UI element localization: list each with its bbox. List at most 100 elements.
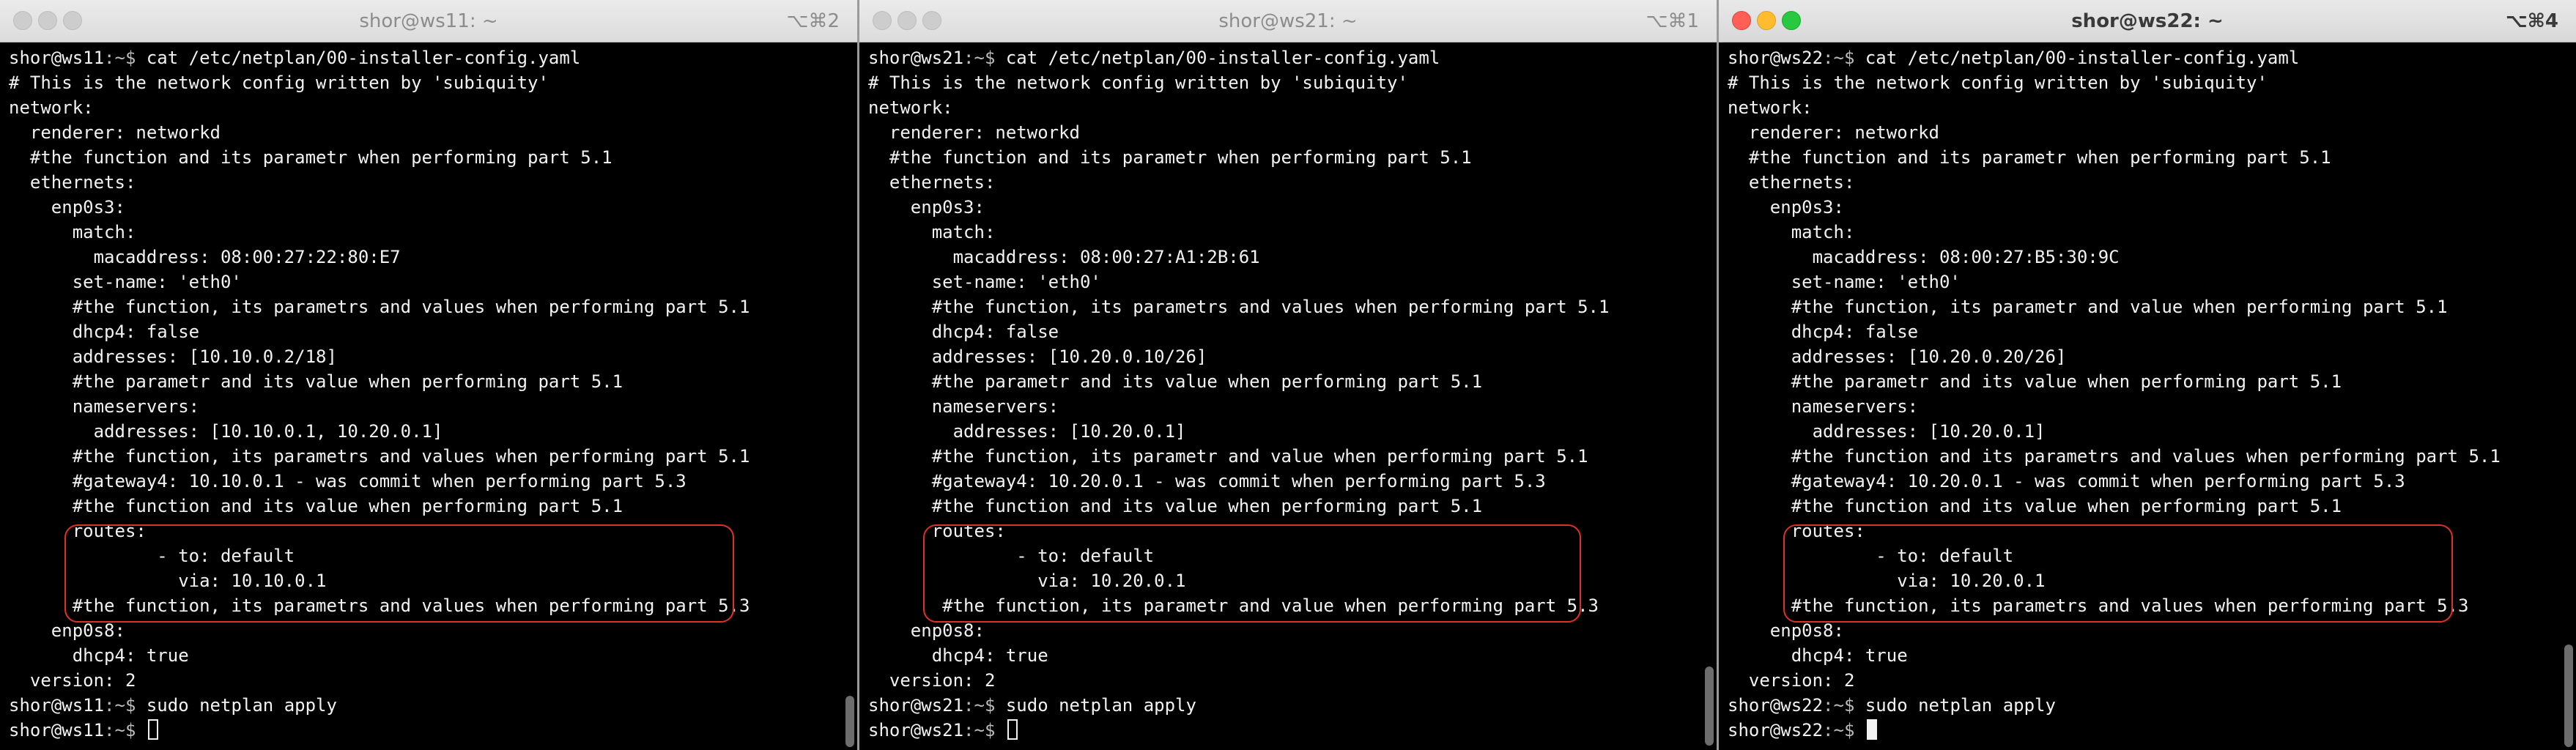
prompt-path: :~$ — [104, 695, 136, 716]
output-line: nameservers: — [9, 396, 200, 417]
terminal-window-ws21[interactable]: shor@ws21: ~ ⌥⌘1 shor@ws21:~$ cat /etc/n… — [859, 0, 1717, 750]
output-line: #the function, its parametrs and values … — [868, 297, 1610, 317]
output-line: match: — [868, 222, 996, 242]
output-line: match: — [1728, 222, 1855, 242]
scrollbar[interactable] — [845, 696, 854, 747]
titlebar[interactable]: shor@ws21: ~ ⌥⌘1 — [859, 0, 1717, 42]
output-line: addresses: [10.20.0.1] — [1728, 421, 2046, 442]
output-line: set-name: 'eth0' — [1728, 272, 1961, 292]
output-line: #gateway4: 10.20.0.1 - was commit when p… — [1728, 471, 2405, 491]
prompt-user: shor@ws11 — [9, 720, 105, 740]
routes-highlight-box — [64, 524, 734, 623]
output-line: #the function, its parametrs and values … — [9, 297, 750, 317]
output-line: nameservers: — [1728, 396, 1919, 417]
prompt-line: shor@ws21:~$ cat /etc/netplan/00-install… — [868, 45, 1699, 70]
output-line: dhcp4: true — [868, 645, 1048, 666]
output-line: enp0s3: — [9, 197, 125, 218]
terminal-window-ws22[interactable]: shor@ws22: ~ ⌥⌘4 shor@ws22:~$ cat /etc/n… — [1719, 0, 2576, 750]
output-line: version: 2 — [1728, 670, 1855, 691]
output-line: # This is the network config written by … — [1728, 73, 2268, 93]
titlebar[interactable]: shor@ws11: ~ ⌥⌘2 — [0, 0, 857, 42]
terminal-window-ws11[interactable]: shor@ws11: ~ ⌥⌘2 shor@ws11:~$ cat /etc/n… — [0, 0, 857, 750]
output-line: ethernets: — [868, 172, 996, 193]
output-line: set-name: 'eth0' — [9, 272, 242, 292]
prompt-user: shor@ws21 — [868, 48, 964, 68]
prompt-path: :~$ — [1823, 695, 1855, 716]
output-line: network: — [9, 97, 94, 118]
prompt-path: :~$ — [963, 695, 996, 716]
command-text: cat /etc/netplan/00-installer-config.yam… — [995, 48, 1440, 68]
output-line: #the function, its parametrs and values … — [9, 446, 750, 467]
output-line: dhcp4: true — [9, 645, 189, 666]
output-line: match: — [9, 222, 136, 242]
output-line: dhcp4: false — [9, 322, 200, 342]
prompt-path: :~$ — [963, 48, 996, 68]
window-shortcut: ⌥⌘1 — [1646, 10, 1699, 32]
prompt-user: shor@ws11 — [9, 48, 105, 68]
output-line: enp0s3: — [868, 197, 985, 218]
window-title: shor@ws11: ~ — [359, 10, 498, 32]
prompt-path: :~$ — [104, 720, 136, 740]
output-line: set-name: 'eth0' — [868, 272, 1101, 292]
text-cursor — [1866, 719, 1877, 740]
prompt-line: shor@ws11:~$ — [9, 718, 840, 743]
output-line: #the function and its parametr when perf… — [868, 147, 1472, 168]
output-line: #the function and its value when perform… — [9, 496, 623, 516]
output-line: nameservers: — [868, 396, 1059, 417]
output-line: enp0s3: — [1728, 197, 1844, 218]
prompt-path: :~$ — [104, 48, 136, 68]
terminal-output[interactable]: shor@ws11:~$ cat /etc/netplan/00-install… — [9, 45, 840, 750]
prompt-line: shor@ws21:~$ — [868, 718, 1699, 743]
output-line: network: — [868, 97, 953, 118]
output-line: #the function, its parametr and value wh… — [1728, 297, 2448, 317]
output-line: macaddress: 08:00:27:A1:2B:61 — [868, 247, 1260, 267]
output-line: # This is the network config written by … — [9, 73, 549, 93]
text-cursor — [147, 719, 158, 740]
prompt-user: shor@ws22 — [1728, 695, 1824, 716]
output-line: # This is the network config written by … — [868, 73, 1408, 93]
prompt-user: shor@ws11 — [9, 695, 105, 716]
output-line: dhcp4: false — [868, 322, 1059, 342]
output-line: addresses: [10.10.0.2/18] — [9, 346, 337, 367]
command-text: sudo netplan apply — [136, 695, 337, 716]
window-title: shor@ws21: ~ — [1218, 10, 1358, 32]
output-line: ethernets: — [1728, 172, 1855, 193]
terminal-output[interactable]: shor@ws21:~$ cat /etc/netplan/00-install… — [868, 45, 1699, 750]
window-shortcut: ⌥⌘4 — [2505, 10, 2558, 32]
output-line: #the parametr and its value when perform… — [1728, 371, 2342, 392]
output-line: renderer: networkd — [868, 122, 1080, 143]
output-line: #the function and its parametr when perf… — [1728, 147, 2331, 168]
scrollbar[interactable] — [1705, 667, 1714, 746]
prompt-line: shor@ws11:~$ sudo netplan apply — [9, 693, 840, 718]
prompt-user: shor@ws21 — [868, 720, 964, 740]
text-cursor — [1007, 719, 1018, 740]
prompt-line: shor@ws11:~$ cat /etc/netplan/00-install… — [9, 45, 840, 70]
prompt-line: shor@ws22:~$ — [1728, 718, 2558, 743]
command-text: cat /etc/netplan/00-installer-config.yam… — [1854, 48, 2300, 68]
output-line: #gateway4: 10.10.0.1 - was commit when p… — [9, 471, 686, 491]
output-line: #the function and its parametrs and valu… — [1728, 446, 2501, 467]
window-shortcut: ⌥⌘2 — [786, 10, 840, 32]
prompt-user: shor@ws22 — [1728, 48, 1824, 68]
output-line: renderer: networkd — [9, 122, 221, 143]
output-line: dhcp4: false — [1728, 322, 1919, 342]
prompt-line: shor@ws21:~$ sudo netplan apply — [868, 693, 1699, 718]
output-line: #the parametr and its value when perform… — [9, 371, 623, 392]
output-line: #the function, its parametr and value wh… — [868, 446, 1588, 467]
output-line: addresses: [10.20.0.20/26] — [1728, 346, 2067, 367]
window-title: shor@ws22: ~ — [2071, 10, 2224, 32]
titlebar[interactable]: shor@ws22: ~ ⌥⌘4 — [1719, 0, 2576, 42]
output-line: macaddress: 08:00:27:B5:30:9C — [1728, 247, 2120, 267]
command-text: cat /etc/netplan/00-installer-config.yam… — [136, 48, 581, 68]
output-line: #the parametr and its value when perform… — [868, 371, 1483, 392]
output-line: addresses: [10.10.0.1, 10.20.0.1] — [9, 421, 443, 442]
output-line: dhcp4: true — [1728, 645, 1908, 666]
output-line: #the function and its parametr when perf… — [9, 147, 612, 168]
scrollbar[interactable] — [2564, 645, 2573, 747]
terminal-output[interactable]: shor@ws22:~$ cat /etc/netplan/00-install… — [1728, 45, 2558, 750]
output-line: addresses: [10.20.0.1] — [868, 421, 1186, 442]
output-line: #the function and its value when perform… — [868, 496, 1483, 516]
prompt-user: shor@ws22 — [1728, 720, 1824, 740]
prompt-line: shor@ws22:~$ sudo netplan apply — [1728, 693, 2558, 718]
command-text: sudo netplan apply — [995, 695, 1196, 716]
